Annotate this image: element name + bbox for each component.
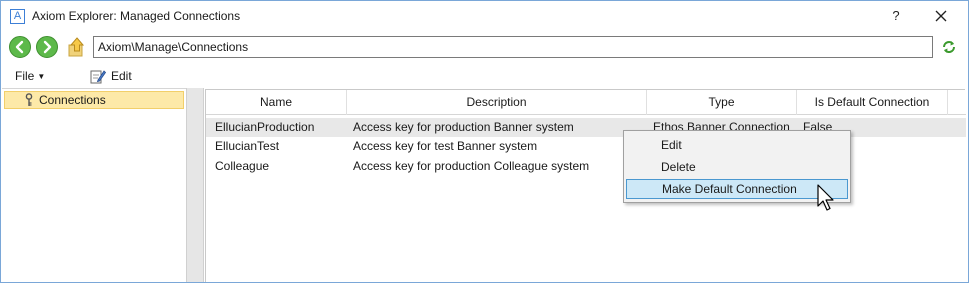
forward-button[interactable]	[36, 36, 58, 58]
refresh-button[interactable]	[940, 38, 958, 56]
cell-name: Colleague	[215, 159, 270, 173]
address-bar: Axiom\Manage\Connections	[1, 32, 968, 62]
explorer-window: A Axiom Explorer: Managed Connections ?	[0, 0, 969, 283]
arrow-left-icon	[15, 40, 24, 54]
tree-item-connections[interactable]: Connections	[4, 91, 184, 109]
table-row[interactable]: EllucianTest Access key for test Banner …	[206, 137, 966, 156]
chevron-down-icon: ▼	[37, 72, 46, 81]
close-icon	[935, 10, 947, 22]
key-icon	[25, 93, 33, 106]
context-menu-edit[interactable]: Edit	[626, 135, 848, 155]
address-input[interactable]: Axiom\Manage\Connections	[93, 36, 933, 58]
column-header-type[interactable]: Type	[647, 90, 797, 115]
column-header-name[interactable]: Name	[206, 90, 347, 115]
arrow-right-icon	[43, 40, 52, 54]
tree-pane: Connections	[2, 88, 186, 282]
table-row[interactable]: Colleague Access key for production Coll…	[206, 157, 966, 176]
edit-icon	[90, 70, 106, 84]
edit-button[interactable]: Edit	[90, 67, 132, 85]
cell-description: Access key for test Banner system	[353, 139, 538, 153]
title-bar: A Axiom Explorer: Managed Connections ?	[1, 1, 968, 32]
window-title: Axiom Explorer: Managed Connections	[32, 9, 241, 23]
cell-description: Access key for production Banner system	[353, 120, 574, 134]
tree-item-label: Connections	[39, 93, 106, 107]
grid-header: Name Description Type Is Default Connect…	[206, 90, 966, 115]
file-menu-label: File	[15, 69, 35, 83]
folder-up-icon	[68, 37, 85, 57]
app-icon: A	[10, 9, 25, 24]
context-menu-make-default[interactable]: Make Default Connection	[626, 179, 848, 199]
refresh-icon	[943, 41, 955, 53]
menu-bar: File ▼ Edit	[1, 64, 968, 88]
back-button[interactable]	[9, 36, 31, 58]
cell-name: EllucianProduction	[215, 120, 315, 134]
column-header-description[interactable]: Description	[347, 90, 647, 115]
help-button[interactable]: ?	[881, 4, 911, 28]
file-menu[interactable]: File ▼	[15, 69, 45, 83]
cell-description: Access key for production Colleague syst…	[353, 159, 590, 173]
up-folder-button[interactable]	[66, 35, 88, 59]
close-button[interactable]	[926, 4, 956, 28]
table-row[interactable]: EllucianProduction Access key for produc…	[206, 118, 966, 137]
context-menu-delete[interactable]: Delete	[626, 157, 848, 177]
mouse-cursor-icon	[817, 184, 834, 211]
column-header-is-default[interactable]: Is Default Connection	[797, 90, 948, 115]
connections-grid: Name Description Type Is Default Connect…	[205, 89, 966, 282]
cell-name: EllucianTest	[215, 139, 280, 153]
pane-splitter[interactable]	[186, 88, 204, 282]
edit-label: Edit	[111, 69, 132, 83]
